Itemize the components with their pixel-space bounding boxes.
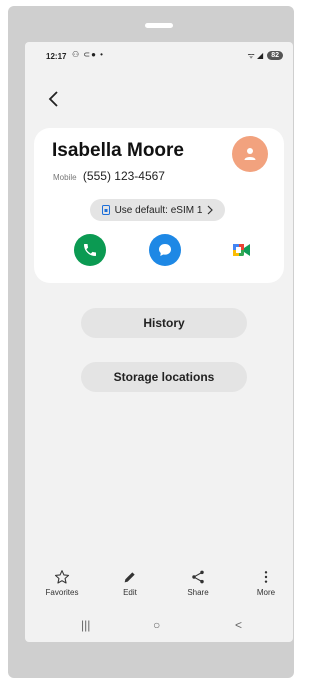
message-button[interactable] xyxy=(149,234,181,266)
history-button[interactable]: History xyxy=(81,308,247,338)
call-button[interactable] xyxy=(74,234,106,266)
contact-name: Isabella Moore xyxy=(52,140,184,161)
phone-type-label: Mobile xyxy=(53,173,77,182)
back-arrow-icon xyxy=(48,91,58,107)
share-button[interactable]: Share xyxy=(173,569,223,597)
video-call-button[interactable] xyxy=(226,234,258,266)
phone-icon xyxy=(84,244,96,256)
phone-screen: 12:17 ⚇ ⊂● • ᯤ ◢ 82 Isabella Moore Mobil… xyxy=(25,42,293,642)
signal-icon: ᯤ ◢ xyxy=(247,51,264,60)
status-time: 12:17 xyxy=(46,52,67,61)
storage-locations-button[interactable]: Storage locations xyxy=(81,362,247,392)
sim-selector-label: Use default: eSIM 1 xyxy=(114,204,203,216)
star-icon xyxy=(54,570,70,584)
status-bar: 12:17 ⚇ ⊂● • ᯤ ◢ 82 xyxy=(25,42,293,68)
share-icon xyxy=(192,570,204,584)
device-frame: 12:17 ⚇ ⊂● • ᯤ ◢ 82 Isabella Moore Mobil… xyxy=(8,6,294,678)
more-vertical-icon xyxy=(264,571,268,583)
sim-selector-button[interactable]: Use default: eSIM 1 xyxy=(90,199,225,221)
pencil-icon xyxy=(124,572,135,583)
edit-button[interactable]: Edit xyxy=(105,569,155,597)
contact-card: Isabella Moore Mobile (555) 123-4567 Use… xyxy=(34,128,284,283)
google-meet-icon xyxy=(233,244,250,256)
person-icon xyxy=(244,148,256,160)
back-nav-button[interactable]: < xyxy=(235,618,242,632)
avatar[interactable] xyxy=(232,136,268,172)
notification-indicators: ⚇ ⊂● • xyxy=(72,50,104,59)
more-button[interactable]: More xyxy=(241,569,291,597)
speaker-slot xyxy=(145,23,173,28)
chevron-right-icon xyxy=(207,205,214,215)
recents-nav-button[interactable]: ||| xyxy=(81,618,90,632)
favorites-button[interactable]: Favorites xyxy=(37,569,87,597)
phone-number[interactable]: (555) 123-4567 xyxy=(83,169,165,183)
phone-number-row[interactable]: Mobile (555) 123-4567 xyxy=(53,169,165,183)
favorites-label: Favorites xyxy=(45,588,79,597)
navigation-bar: ||| ○ < xyxy=(25,615,293,642)
home-nav-button[interactable]: ○ xyxy=(153,618,160,632)
chat-bubble-icon xyxy=(159,244,171,256)
back-button[interactable] xyxy=(45,89,65,109)
battery-badge: 82 xyxy=(267,51,283,60)
system-indicators: ᯤ ◢ 82 xyxy=(248,50,283,61)
bottom-action-bar: Favorites Edit Share More xyxy=(25,569,293,609)
more-label: More xyxy=(256,588,276,597)
share-label: Share xyxy=(187,588,209,597)
edit-label: Edit xyxy=(123,588,137,597)
sim-card-icon xyxy=(101,205,110,215)
